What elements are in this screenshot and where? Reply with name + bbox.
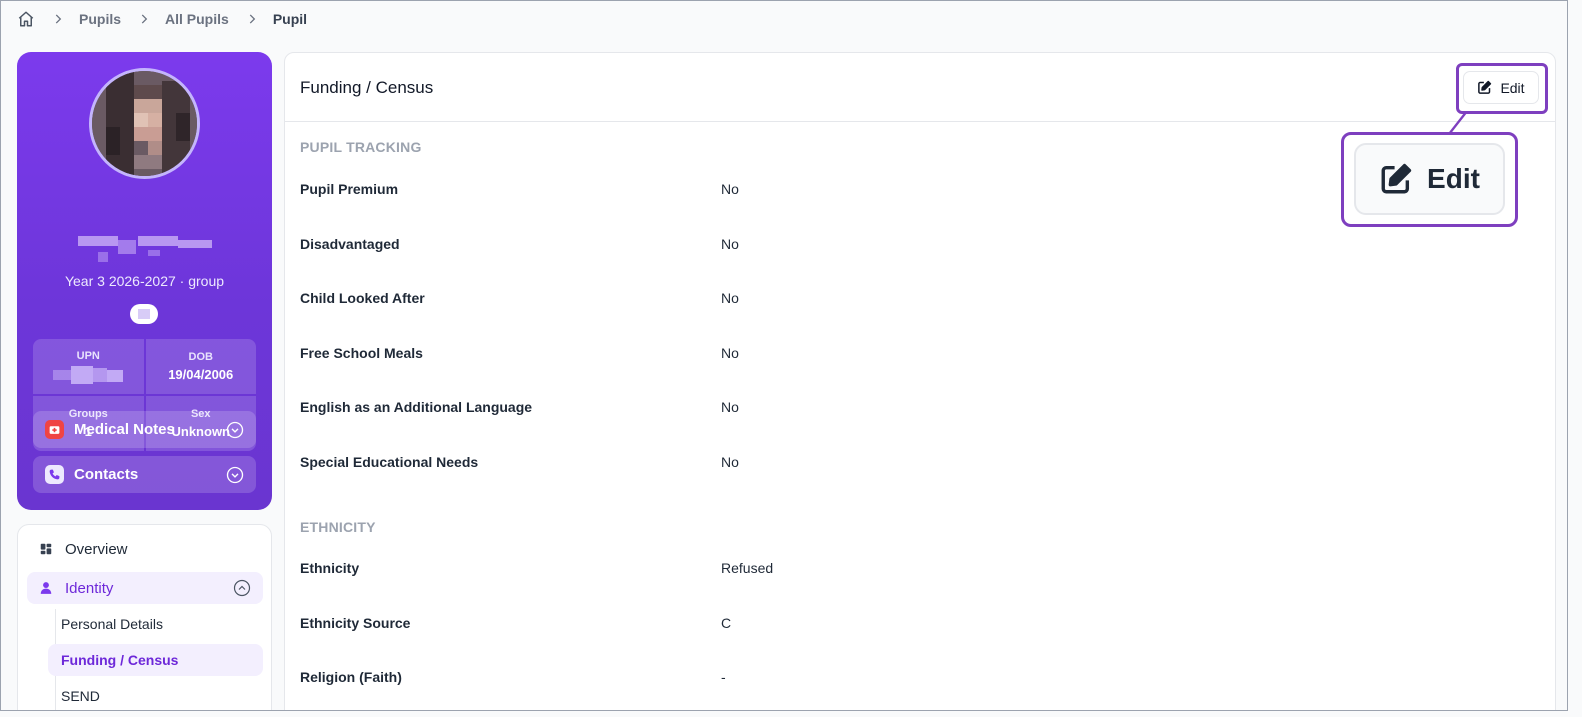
nav-item-overview-label: Overview (65, 540, 128, 558)
edit-icon (1381, 163, 1412, 194)
stat-dob-label: DOB (188, 350, 213, 363)
field-label: Child Looked After (300, 290, 425, 306)
pupil-year-group: Year 3 2026-2027 · group (64, 273, 225, 289)
nav-sub-funding-census[interactable]: Funding / Census (48, 644, 263, 676)
phone-icon (45, 465, 64, 484)
medical-notes-accordion[interactable]: Medical Notes (33, 411, 256, 448)
field-label: Pupil Premium (300, 181, 399, 197)
chevron-right-icon (51, 12, 65, 26)
upn-value-redacted (53, 365, 124, 384)
contacts-label: Contacts (74, 466, 139, 483)
medical-notes-label: Medical Notes (74, 421, 175, 438)
field-value: C (721, 615, 732, 631)
field-label: Free School Meals (300, 345, 423, 361)
stat-dob: DOB 19/04/2006 (145, 339, 256, 394)
field-label: Special Educational Needs (300, 454, 479, 470)
side-nav: Overview Identity Personal Details Fundi… (17, 524, 272, 710)
field-label: Ethnicity (300, 560, 360, 576)
breadcrumb-pupils[interactable]: Pupils (79, 11, 121, 27)
edit-highlight-box (1456, 63, 1548, 114)
field-value: - (721, 669, 726, 685)
nav-item-identity[interactable]: Identity (27, 572, 263, 604)
contacts-accordion[interactable]: Contacts (33, 456, 256, 493)
status-badge (130, 304, 158, 324)
nav-item-overview[interactable]: Overview (27, 533, 263, 565)
field-label: Ethnicity Source (300, 615, 411, 631)
field-value: No (721, 290, 739, 306)
field-value: No (721, 345, 739, 361)
field-label: Disadvantaged (300, 236, 400, 252)
nav-sub-send[interactable]: SEND (48, 680, 263, 710)
breadcrumb: Pupils All Pupils Pupil (17, 9, 307, 29)
breadcrumb-current: Pupil (272, 11, 308, 27)
stat-upn-label: UPN (76, 349, 100, 362)
user-icon (39, 581, 53, 595)
edit-zoom-callout: Edit (1341, 132, 1518, 227)
field-label: English as an Additional Language (300, 399, 533, 415)
edit-button-zoomed-label: Edit (1427, 163, 1480, 194)
profile-card: Year 3 2026-2027 · group UPN DOB 19/04/2… (17, 52, 272, 510)
chevron-right-icon (245, 12, 259, 26)
field-value: Refused (721, 560, 774, 576)
dashboard-icon (39, 542, 53, 556)
medical-kit-icon (45, 420, 64, 439)
stat-upn: UPN (33, 339, 144, 394)
chevron-up-icon[interactable] (233, 579, 251, 597)
field-value: No (721, 454, 739, 470)
edit-button-zoomed: Edit (1354, 143, 1505, 215)
field-value: No (721, 399, 739, 415)
field-value: No (721, 181, 739, 197)
section-ethnicity: ETHNICITY (300, 519, 376, 535)
home-icon[interactable] (17, 10, 35, 28)
page-title: Funding / Census (300, 78, 434, 97)
panel-header: Funding / Census Edit (285, 53, 1555, 122)
stat-dob-value: 19/04/2006 (168, 366, 234, 382)
pupil-name-redacted (78, 236, 212, 262)
chevron-down-icon (226, 466, 244, 484)
breadcrumb-all-pupils[interactable]: All Pupils (165, 11, 229, 27)
nav-item-identity-label: Identity (65, 579, 114, 597)
app-frame: Pupils All Pupils Pupil Year 3 2026-2027… (0, 0, 1568, 711)
section-pupil-tracking: PUPIL TRACKING (300, 139, 422, 155)
chevron-down-icon (226, 421, 244, 439)
avatar (89, 68, 200, 179)
field-value: No (721, 236, 739, 252)
chevron-right-icon (137, 12, 151, 26)
nav-sub-personal-details[interactable]: Personal Details (48, 608, 263, 640)
field-label: Religion (Faith) (300, 669, 402, 685)
